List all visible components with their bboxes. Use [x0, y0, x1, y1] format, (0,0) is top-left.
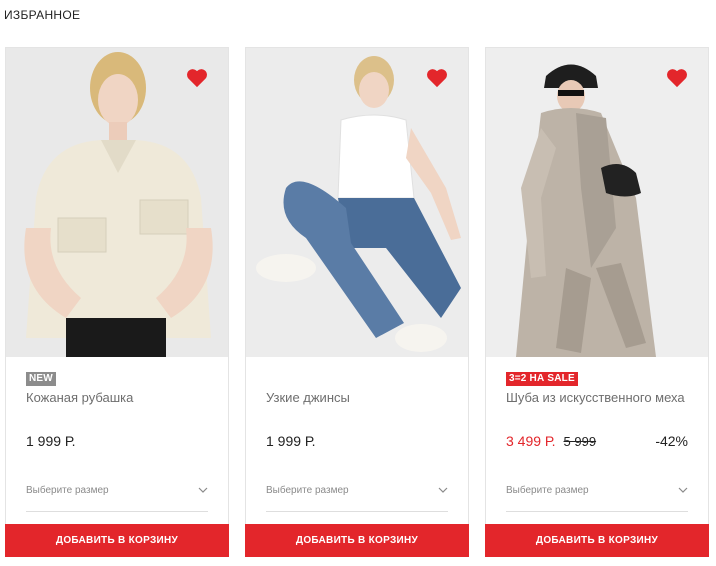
favorite-heart-icon[interactable] [426, 68, 448, 88]
price-row: 1 999 Р. [26, 432, 208, 450]
product-card: Узкие джинсы 1 999 Р. Выберите размер ДО… [245, 47, 469, 557]
product-image[interactable] [246, 48, 468, 357]
product-old-price: 5 999 [563, 433, 597, 449]
chevron-down-icon [678, 486, 688, 494]
size-select[interactable]: Выберите размер [506, 480, 688, 512]
page-title: ИЗБРАННОЕ [4, 8, 81, 22]
size-placeholder: Выберите размер [266, 485, 349, 496]
size-select[interactable]: Выберите размер [26, 480, 208, 512]
price-row: 3 499 Р. 5 999 -42% [506, 432, 688, 450]
price-row: 1 999 Р. [266, 432, 448, 450]
badge-sale: 3=2 НА SALE [506, 372, 578, 386]
badge-new: NEW [26, 372, 56, 386]
product-name[interactable]: Шуба из искусственного меха [506, 390, 685, 405]
add-to-cart-button[interactable]: ДОБАВИТЬ В КОРЗИНУ [485, 524, 709, 557]
product-card: 3=2 НА SALE Шуба из искусственного меха … [485, 47, 709, 557]
product-image[interactable] [6, 48, 228, 357]
size-select[interactable]: Выберите размер [266, 480, 448, 512]
product-sale-price: 3 499 Р. [506, 433, 556, 449]
product-name[interactable]: Кожаная рубашка [26, 390, 133, 405]
chevron-down-icon [438, 486, 448, 494]
discount-label: -42% [655, 433, 688, 449]
product-image[interactable] [486, 48, 708, 357]
product-name[interactable]: Узкие джинсы [266, 390, 350, 405]
size-placeholder: Выберите размер [26, 485, 109, 496]
chevron-down-icon [198, 486, 208, 494]
product-card: NEW Кожаная рубашка 1 999 Р. Выберите ра… [5, 47, 229, 557]
add-to-cart-button[interactable]: ДОБАВИТЬ В КОРЗИНУ [5, 524, 229, 557]
favorite-heart-icon[interactable] [666, 68, 688, 88]
product-price: 1 999 Р. [26, 433, 76, 449]
product-price: 1 999 Р. [266, 433, 316, 449]
add-to-cart-button[interactable]: ДОБАВИТЬ В КОРЗИНУ [245, 524, 469, 557]
favorite-heart-icon[interactable] [186, 68, 208, 88]
size-placeholder: Выберите размер [506, 485, 589, 496]
